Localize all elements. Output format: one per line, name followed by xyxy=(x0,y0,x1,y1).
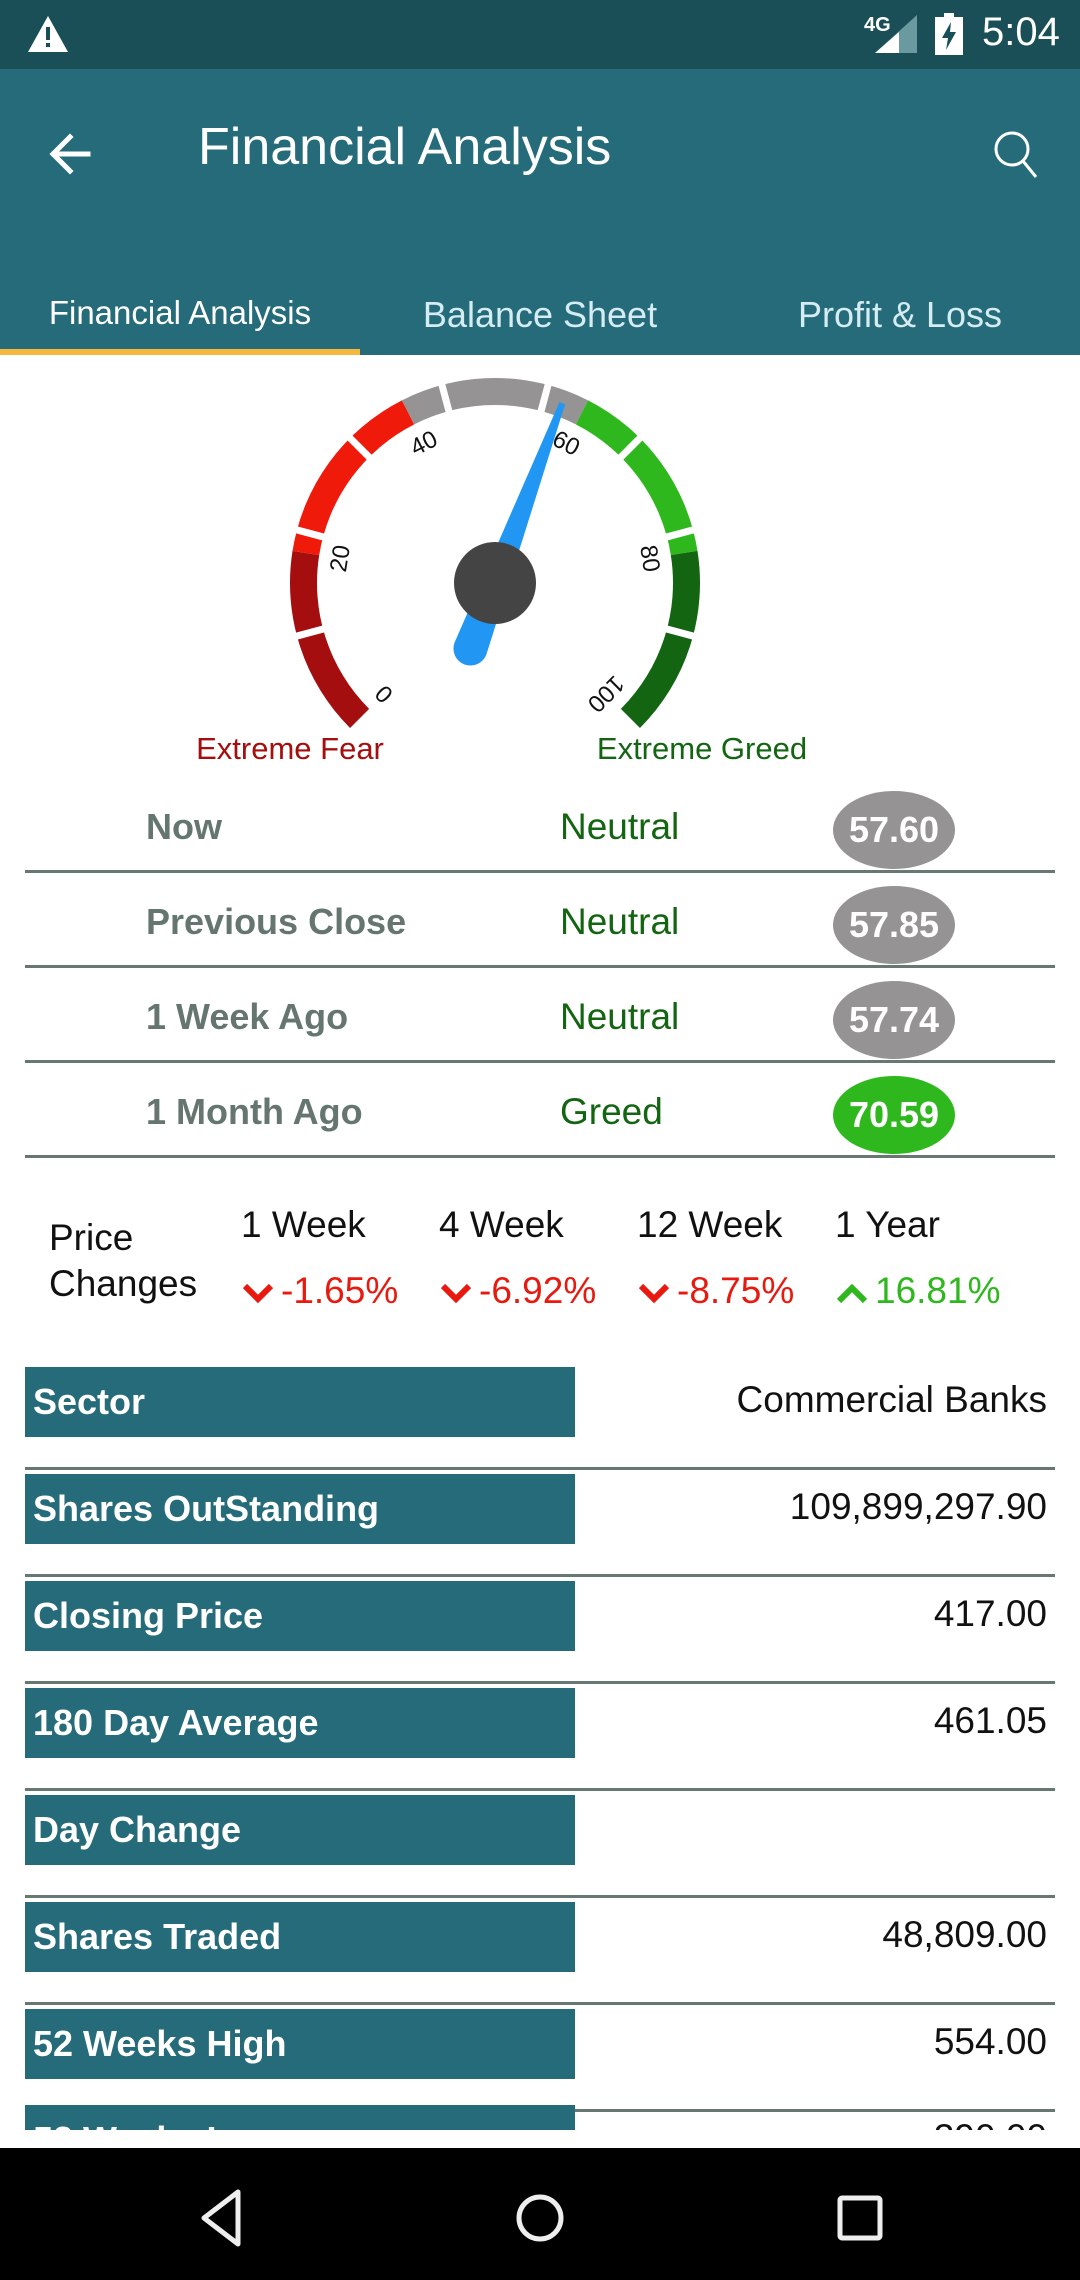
info-row-day-change: Day Change xyxy=(25,1793,1055,1898)
fg-row-status: Greed xyxy=(560,1091,663,1132)
fg-value-badge: 57.74 xyxy=(833,981,955,1059)
arrow-down-icon xyxy=(242,1284,274,1304)
price-change-period: 12 Week xyxy=(637,1204,783,1245)
fg-row-label: 1 Month Ago xyxy=(146,1091,363,1132)
status-bar: 4G 5:04 xyxy=(0,0,1080,69)
info-value: 417.00 xyxy=(933,1593,1047,1634)
fg-row-1-month-ago: 1 Month Ago Greed 70.59 xyxy=(25,1063,1055,1158)
arrow-down-icon xyxy=(638,1284,670,1304)
info-value: 390.00 xyxy=(934,2117,1047,2130)
tab-label: Balance Sheet xyxy=(422,294,658,335)
gauge-hub xyxy=(454,542,536,624)
fg-row-label: Now xyxy=(146,806,222,847)
cell-signal-icon xyxy=(875,15,917,53)
nav-back-icon[interactable] xyxy=(180,2178,260,2258)
price-change-1-year: 1 Year 16.81% xyxy=(835,1204,1025,1312)
search-icon[interactable] xyxy=(980,119,1050,189)
info-row-52-weeks-high: 52 Weeks High 554.00 xyxy=(25,2007,1055,2112)
price-changes: Price Changes 1 Week -1.65% 4 Week -6.92… xyxy=(0,1190,1080,1340)
fg-row-1-week-ago: 1 Week Ago Neutral 57.74 xyxy=(25,968,1055,1063)
gauge-segment xyxy=(620,550,700,728)
price-change-period: 1 Week xyxy=(241,1204,366,1245)
page-title: Financial Analysis xyxy=(198,118,612,176)
price-changes-title-line1: Price xyxy=(49,1217,134,1258)
warning-triangle-icon xyxy=(28,16,68,52)
price-change-value: -6.92% xyxy=(479,1270,597,1311)
tab-financial-analysis[interactable]: Financial Analysis xyxy=(0,294,360,355)
stock-info-list: Sector Commercial Banks Shares OutStandi… xyxy=(25,1365,1055,2114)
fg-row-label: Previous Close xyxy=(146,901,407,942)
info-row-shares-outstanding: Shares OutStanding 109,899,297.90 xyxy=(25,1472,1055,1577)
nav-recents-icon[interactable] xyxy=(820,2178,900,2258)
tab-label: Profit & Loss xyxy=(797,294,1003,335)
price-change-value: -1.65% xyxy=(281,1270,399,1311)
info-row-sector: Sector Commercial Banks xyxy=(25,1365,1055,1470)
info-value: 48,809.00 xyxy=(882,1914,1047,1955)
info-row-closing-price: Closing Price 417.00 xyxy=(25,1579,1055,1684)
price-change-value: 16.81% xyxy=(875,1270,1001,1311)
fear-greed-history: Now Neutral 57.60 Previous Close Neutral… xyxy=(25,778,1055,1158)
info-value: 109,899,297.90 xyxy=(789,1486,1047,1527)
gauge-tick-label: 100 xyxy=(582,670,629,717)
fg-value-badge: 57.85 xyxy=(833,886,955,964)
info-label: 52 Weeks High xyxy=(25,2009,575,2079)
info-label: Shares Traded xyxy=(25,1902,575,1972)
system-nav-bar xyxy=(0,2148,1080,2280)
battery-charging-icon xyxy=(935,13,963,55)
nav-home-icon[interactable] xyxy=(500,2178,580,2258)
price-change-4-week: 4 Week -6.92% xyxy=(439,1204,629,1312)
tab-profit-loss[interactable]: Profit & Loss xyxy=(720,294,1080,355)
price-change-12-week: 12 Week -8.75% xyxy=(637,1204,827,1312)
fg-value-badge: 70.59 xyxy=(833,1076,955,1154)
info-label: Shares OutStanding xyxy=(25,1474,575,1544)
fg-row-status: Neutral xyxy=(560,901,680,942)
info-label: Closing Price xyxy=(25,1581,575,1651)
app-bar: Financial Analysis Financial Analysis Ba… xyxy=(0,69,1080,355)
gauge-tick-label: 20 xyxy=(325,543,356,574)
price-changes-title-line2: Changes xyxy=(49,1263,198,1304)
fg-row-previous-close: Previous Close Neutral 57.85 xyxy=(25,873,1055,968)
gauge-tick-label: 40 xyxy=(406,425,442,461)
arrow-back-icon[interactable] xyxy=(40,119,110,189)
fg-row-label: 1 Week Ago xyxy=(146,996,349,1037)
extreme-fear-label: Extreme Fear xyxy=(196,731,384,766)
price-changes-title: Price Changes xyxy=(49,1215,197,1307)
gauge-tick-label: 80 xyxy=(634,543,665,574)
fg-value-badge: 57.60 xyxy=(833,791,955,869)
fg-row-status: Neutral xyxy=(560,996,680,1037)
info-label: Day Change xyxy=(25,1795,575,1865)
info-value: Commercial Banks xyxy=(736,1379,1047,1420)
gauge-segment xyxy=(290,550,370,728)
info-label: Sector xyxy=(25,1367,575,1437)
extreme-greed-label: Extreme Greed xyxy=(597,731,807,766)
arrow-down-icon xyxy=(440,1284,472,1304)
info-row-shares-traded: Shares Traded 48,809.00 xyxy=(25,1900,1055,2005)
gauge-tick-label: 0 xyxy=(370,679,399,708)
price-change-value: -8.75% xyxy=(677,1270,795,1311)
tab-label: Financial Analysis xyxy=(48,294,312,331)
tab-bar: Financial Analysis Balance Sheet Profit … xyxy=(0,294,1080,355)
fear-greed-gauge: 02040 6080100 Extreme Fear Extreme Greed xyxy=(196,378,807,766)
arrow-up-icon xyxy=(836,1283,868,1304)
tab-balance-sheet[interactable]: Balance Sheet xyxy=(360,294,720,355)
price-change-period: 1 Year xyxy=(835,1204,940,1245)
info-label: 180 Day Average xyxy=(25,1688,575,1758)
info-label: 52 Weeks Low xyxy=(25,2105,575,2130)
price-change-1-week: 1 Week -1.65% xyxy=(241,1204,431,1312)
fg-row-now: Now Neutral 57.60 xyxy=(25,778,1055,873)
info-value: 554.00 xyxy=(933,2021,1047,2062)
fg-row-status: Neutral xyxy=(560,806,680,847)
clock: 5:04 xyxy=(982,10,1060,54)
info-row-52-weeks-low: 52 Weeks Low 390.00 xyxy=(25,2105,1055,2130)
price-change-period: 4 Week xyxy=(439,1204,564,1245)
info-value: 461.05 xyxy=(933,1700,1047,1741)
info-row-180-day-average: 180 Day Average 461.05 xyxy=(25,1686,1055,1791)
scroll-clip: 52 Weeks Low 390.00 xyxy=(0,2105,1080,2130)
